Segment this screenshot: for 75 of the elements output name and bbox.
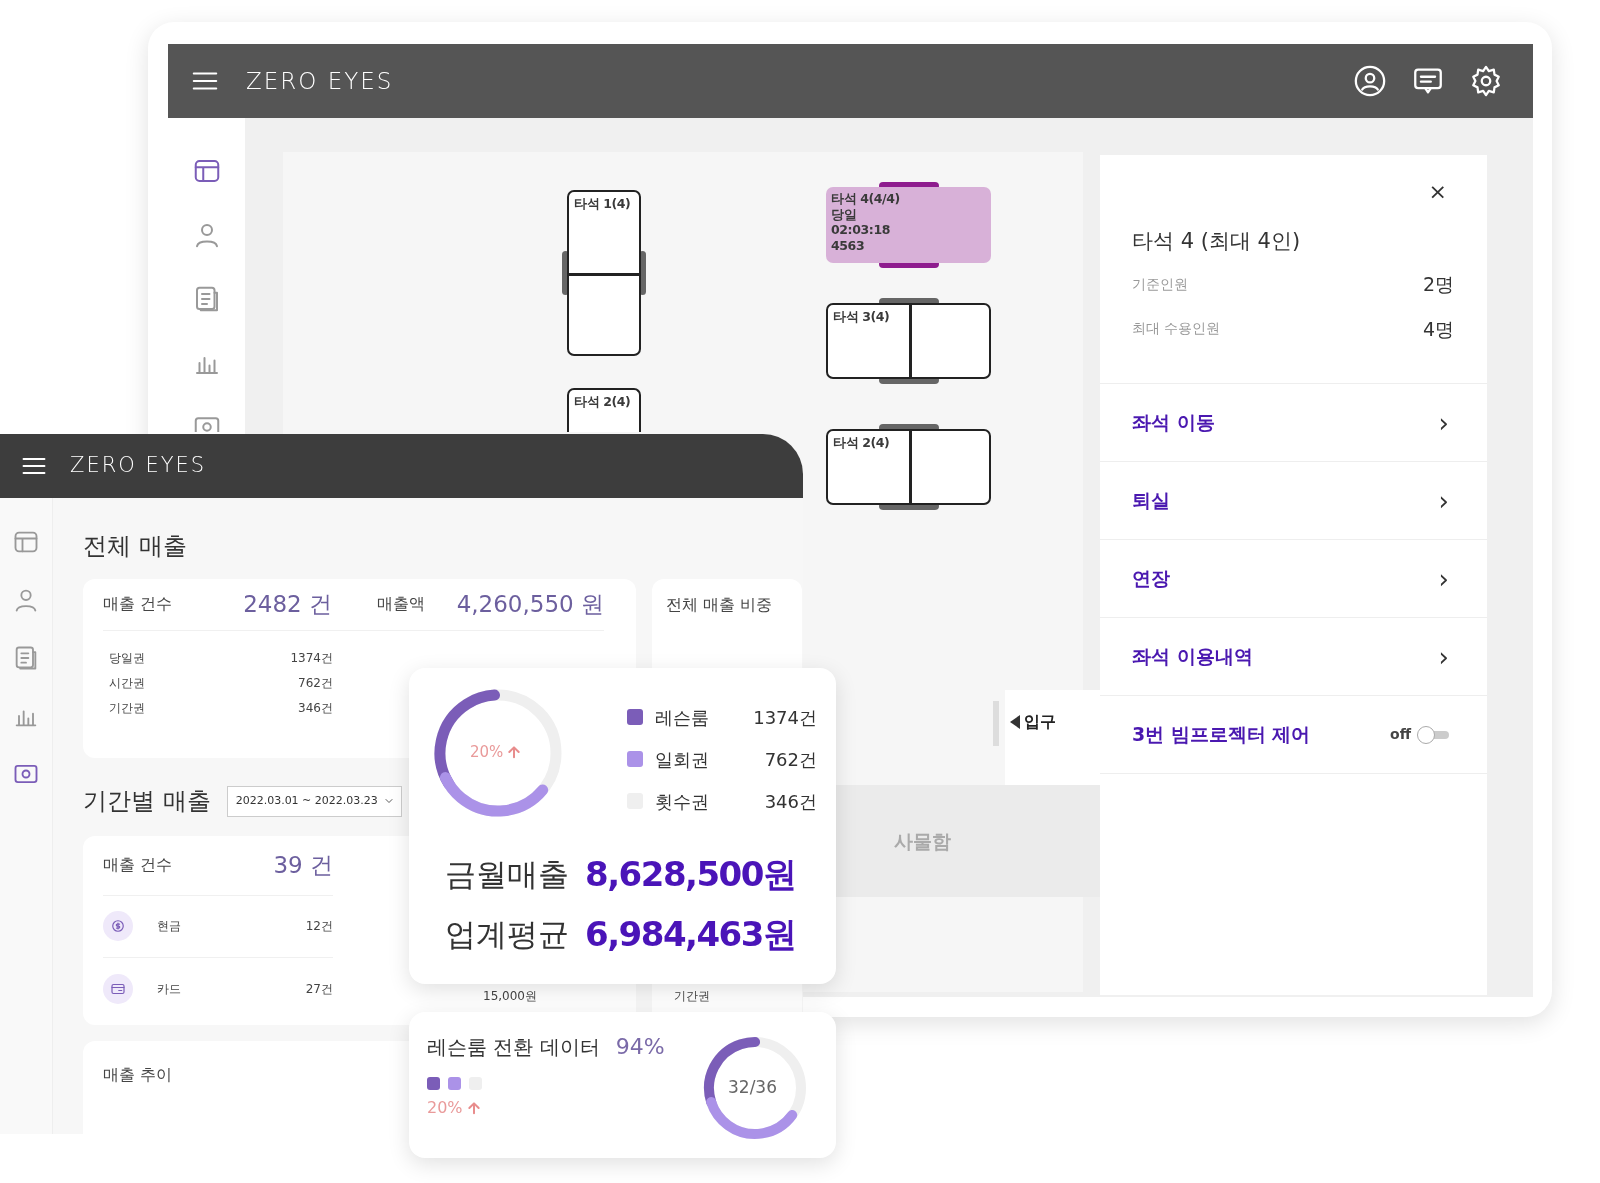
chevron-button[interactable]: › [1438,409,1449,436]
seat-table[interactable]: 타석 2(4) [826,429,991,505]
info-value: 4명 [1422,316,1454,342]
action-link[interactable]: 퇴실 [1132,486,1170,515]
profile-icon [1353,64,1387,98]
count-label: 매출 건수 [103,854,173,877]
ticket-name: 기간권 [109,699,145,717]
total-value: 8,628,500원 [585,852,796,896]
chevron-button[interactable]: › [1438,487,1449,514]
amount-value: 15,000원 [483,987,537,1005]
payment-name: 카드 [157,980,181,998]
ticket-name: 기간권 [674,987,710,1005]
section-title: 전체 매출 [83,532,188,561]
toggle-label: 3번 빔프로젝터 제어 [1132,722,1311,748]
arrow-left-icon [1010,715,1020,729]
seat-label: 타석 3(4) [833,309,890,325]
seat-table[interactable]: 타석 1(4) [567,190,641,356]
seat-label: 타석 2(4) [833,435,890,451]
seat-table[interactable]: 타석 2(4) [567,388,641,432]
settings-button[interactable] [1469,64,1503,98]
info-value: 2명 [1422,272,1454,298]
legend-label: 일회권 [655,747,709,772]
card-title: 매출 추이 [103,1064,173,1084]
seat-label: 타석 1(4) [574,196,631,212]
legend-label: 레슨룸 [655,705,709,730]
ticket-count: 346건 [298,699,333,717]
count-label: 매출 건수 [103,593,173,616]
percent-value: 94% [615,1033,665,1061]
action-link[interactable]: 좌석 이용내역 [1132,642,1253,671]
ratio-value: 32/36 [728,1076,777,1099]
ticket-name: 당일권 [109,649,145,667]
locker-label: 사물함 [894,828,951,854]
legend-label: 횟수권 [655,789,709,814]
legend-value: 1374건 [753,705,817,730]
seat-label: 타석 4(4/4) 당일 02:03:18 4563 [831,191,900,254]
ticket-count: 1374건 [290,649,333,667]
amount-value: 4,260,550 원 [456,590,604,620]
seat-table[interactable]: 타석 4(4/4) 당일 02:03:18 4563 [826,187,991,263]
date-range-text: 2022.03.01 ~ 2022.03.23 [235,793,378,810]
action-link[interactable]: 좌석 이동 [1132,408,1215,437]
seat-label: 타석 2(4) [574,394,631,410]
profile-button[interactable] [1353,64,1387,98]
toggle-switch[interactable] [1417,725,1449,744]
payment-name: 현금 [157,918,181,936]
payment-count: 27건 [305,980,333,998]
card-title: 레슨룸 전환 데이터 [427,1034,600,1061]
legend-value: 346건 [764,789,817,814]
chevron-button[interactable]: › [1438,643,1449,670]
payment-count: 12건 [305,918,333,936]
section-title: 기간별 매출 [83,786,211,816]
info-label: 최대 수용인원 [1132,319,1221,339]
app-logo: ZERO EYES [70,452,207,480]
ticket-count: 762건 [298,674,333,692]
app-logo: ZERO EYES [246,66,394,96]
change-value: 20% [470,742,504,763]
total-value: 6,984,463원 [585,912,796,956]
ticket-name: 시간권 [109,674,145,692]
count-value: 39 건 [273,851,333,881]
entrance-label: 입구 [1024,711,1056,733]
amount-label: 매출액 [377,593,425,616]
seat-table[interactable]: 타석 3(4) [826,303,991,379]
total-label: 업계평균 [445,914,569,954]
chevron-button[interactable]: › [1438,565,1449,592]
card-title: 전체 매출 비중 [666,594,773,614]
panel-title: 타석 4 (최대 4인) [1132,229,1301,255]
change-value: 20% [427,1097,463,1119]
toggle-state: off [1390,725,1411,745]
total-label: 금월매출 [445,854,569,894]
date-range-select[interactable]: 2022.03.01 ~ 2022.03.23 [226,785,402,817]
action-link[interactable]: 연장 [1132,564,1170,593]
info-label: 기준인원 [1132,274,1188,294]
legend-value: 762건 [764,747,817,772]
settings-icon [1469,64,1503,98]
count-value: 2482 건 [243,590,332,620]
close-button[interactable]: × [1428,181,1447,203]
